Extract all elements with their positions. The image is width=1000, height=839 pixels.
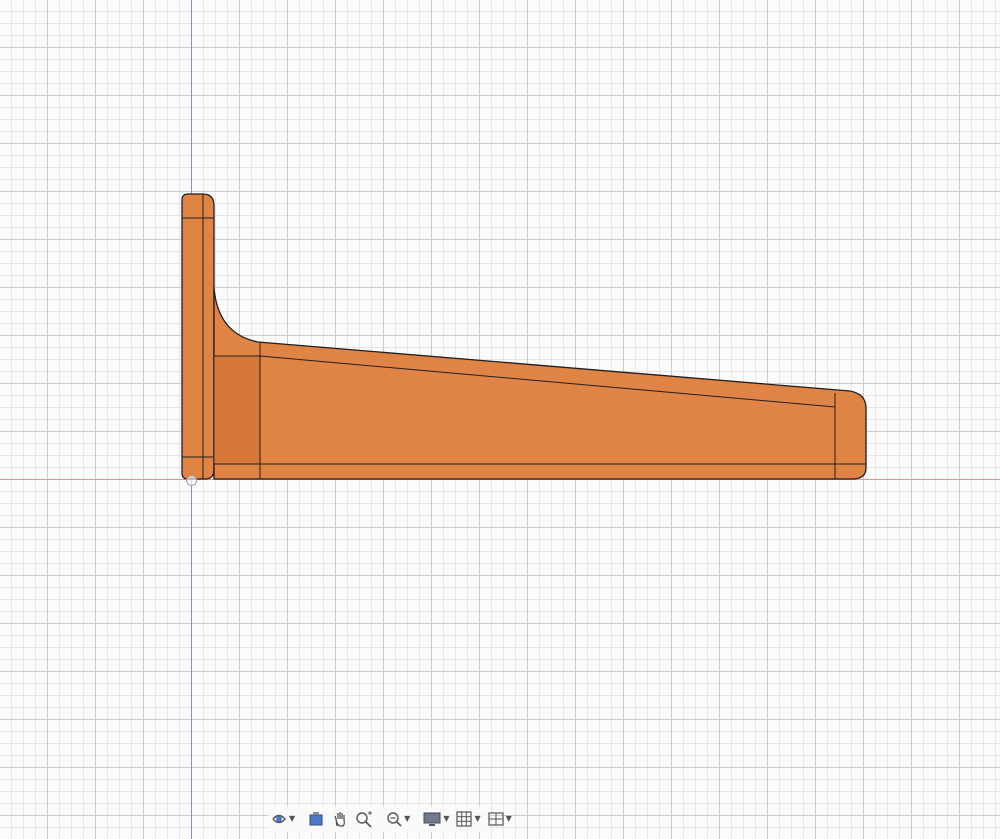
pan-hand-icon [334,812,346,827]
zoom-button[interactable] [353,807,375,831]
pan-button[interactable] [329,807,351,831]
bracket-model[interactable] [0,0,1000,839]
fit-zoom-button[interactable]: ▼ [383,807,412,831]
grid-settings-menu-caret[interactable]: ▼ [474,815,480,823]
grid-settings-icon [456,811,473,827]
viewports-menu-caret[interactable]: ▼ [506,815,512,823]
fillet-shadow [214,356,260,464]
look-at-button[interactable] [305,807,327,831]
grid-settings-button[interactable]: ▼ [453,807,482,831]
bracket-vertical-plate[interactable] [181,193,215,480]
fit-zoom-menu-caret[interactable]: ▼ [404,815,410,823]
display-settings-button[interactable]: ▼ [420,807,451,831]
look-at-icon [309,812,323,826]
bracket-arm-body[interactable] [213,287,867,480]
origin-marker [186,475,197,486]
display-settings-menu-caret[interactable]: ▼ [443,815,449,823]
orbit-button[interactable]: ▼ [268,807,297,831]
zoom-icon [356,811,373,828]
viewports-button[interactable]: ▼ [485,807,514,831]
orbit-icon [272,814,286,824]
orbit-menu-caret[interactable]: ▼ [289,815,295,823]
navigation-toolbar: ▼ ▼ ▼ ▼ ▼ [268,806,512,832]
display-settings-icon [423,812,441,826]
canvas-viewport[interactable]: ▼ ▼ ▼ ▼ ▼ [0,0,1000,839]
fit-zoom-icon [387,812,402,827]
viewports-icon [488,812,504,826]
